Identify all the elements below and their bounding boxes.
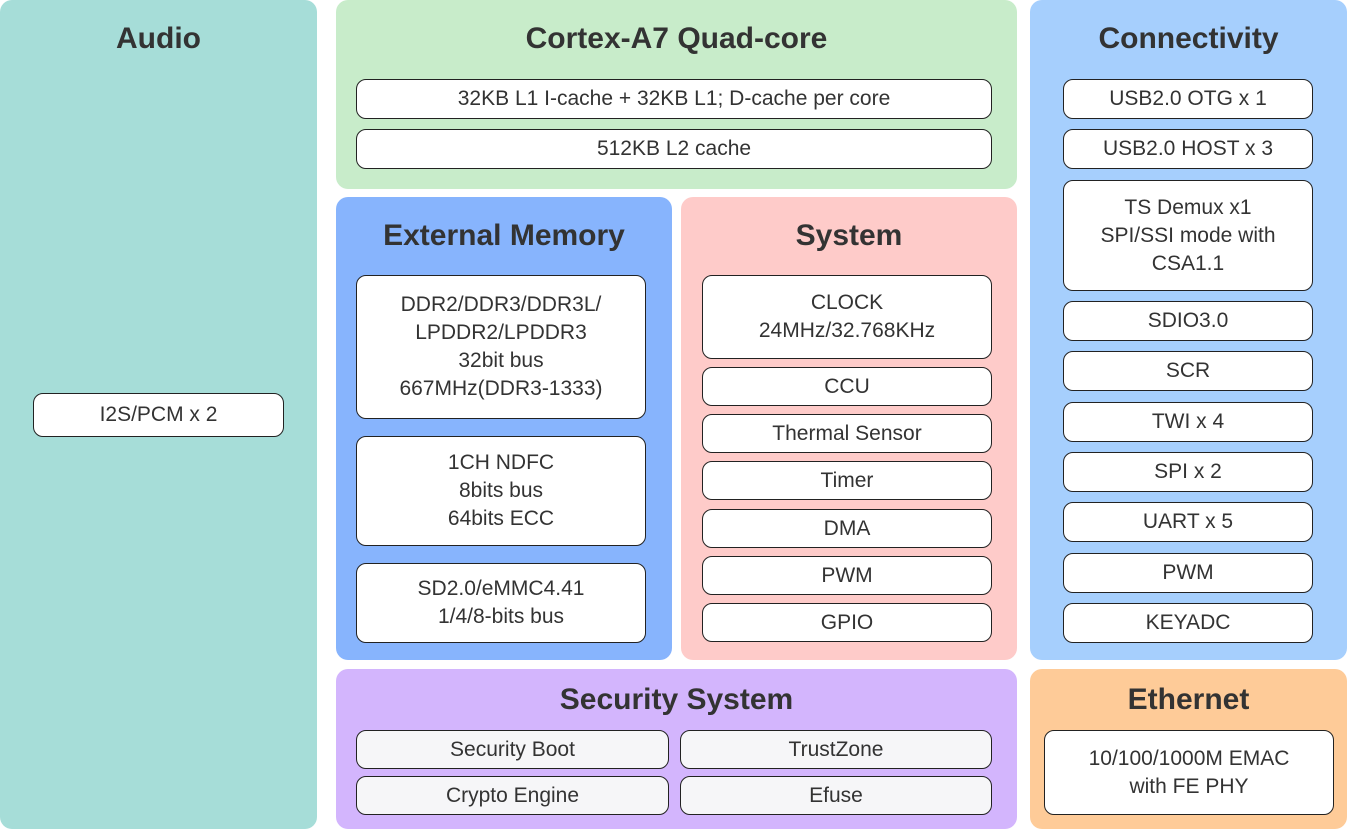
- system-block: CLOCK 24MHz/32.768KHz: [702, 275, 992, 359]
- audio-title: Audio: [116, 22, 201, 55]
- connectivity-block: SPI x 2: [1063, 452, 1313, 492]
- connectivity-block: SDIO3.0: [1063, 301, 1313, 341]
- system-title: System: [795, 219, 903, 252]
- connectivity-panel: Connectivity USB2.0 OTG x 1 USB2.0 HOST …: [1030, 0, 1347, 660]
- memory-block: SD2.0/eMMC4.41 1/4/8-bits bus: [356, 563, 646, 643]
- security-block: TrustZone: [680, 730, 992, 769]
- security-block: Security Boot: [356, 730, 669, 769]
- security-panel: Security System Security Boot TrustZone …: [336, 669, 1017, 829]
- system-block: Timer: [702, 461, 992, 500]
- connectivity-title: Connectivity: [1098, 22, 1279, 55]
- system-panel: System CLOCK 24MHz/32.768KHz CCU Thermal…: [681, 197, 1017, 660]
- connectivity-block: TS Demux x1 SPI/SSI mode with CSA1.1: [1063, 180, 1313, 291]
- connectivity-block: SCR: [1063, 351, 1313, 391]
- system-block: DMA: [702, 509, 992, 548]
- cpu-panel: Cortex-A7 Quad-core 32KB L1 I-cache + 32…: [336, 0, 1017, 189]
- system-block: GPIO: [702, 603, 992, 642]
- system-block: PWM: [702, 556, 992, 595]
- memory-block: 1CH NDFC 8bits bus 64bits ECC: [356, 436, 646, 546]
- connectivity-block: USB2.0 HOST x 3: [1063, 129, 1313, 169]
- connectivity-block: UART x 5: [1063, 502, 1313, 542]
- security-title: Security System: [559, 683, 794, 716]
- security-block: Efuse: [680, 776, 992, 815]
- audio-block: I2S/PCM x 2: [33, 393, 284, 437]
- cpu-title: Cortex-A7 Quad-core: [525, 22, 828, 55]
- audio-panel: Audio I2S/PCM x 2: [0, 0, 317, 829]
- memory-panel: External Memory DDR2/DDR3/DDR3L/ LPDDR2/…: [336, 197, 672, 660]
- connectivity-block: KEYADC: [1063, 603, 1313, 643]
- cpu-block: 32KB L1 I-cache + 32KB L1; D-cache per c…: [356, 79, 992, 119]
- ethernet-title: Ethernet: [1127, 683, 1250, 716]
- system-block: CCU: [702, 367, 992, 406]
- connectivity-block: USB2.0 OTG x 1: [1063, 79, 1313, 119]
- cpu-block: 512KB L2 cache: [356, 129, 992, 169]
- ethernet-block: 10/100/1000M EMAC with FE PHY: [1044, 730, 1334, 815]
- connectivity-block: TWI x 4: [1063, 402, 1313, 442]
- ethernet-panel: Ethernet 10/100/1000M EMAC with FE PHY: [1030, 669, 1347, 829]
- security-block: Crypto Engine: [356, 776, 669, 815]
- memory-block: DDR2/DDR3/DDR3L/ LPDDR2/LPDDR3 32bit bus…: [356, 275, 646, 419]
- system-block: Thermal Sensor: [702, 414, 992, 453]
- connectivity-block: PWM: [1063, 553, 1313, 593]
- memory-title: External Memory: [383, 219, 625, 252]
